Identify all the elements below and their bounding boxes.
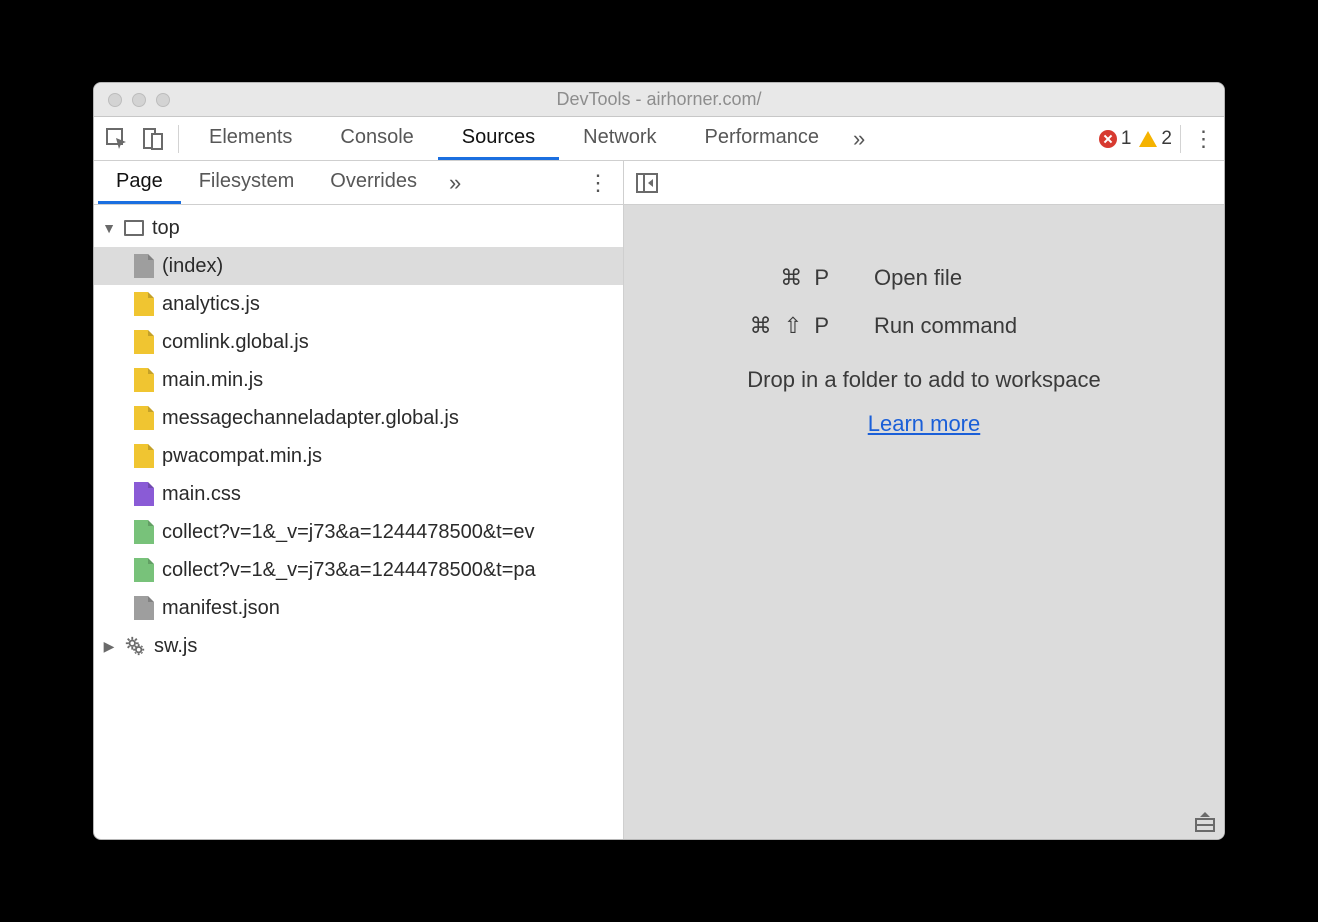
file-icon bbox=[134, 596, 154, 620]
tree-file-row[interactable]: pwacompat.min.js bbox=[94, 437, 623, 475]
shortcut-open-file: ⌘ P Open file bbox=[684, 265, 1164, 291]
tree-label: collect?v=1&_v=j73&a=1244478500&t=pa bbox=[162, 559, 536, 582]
editor-pane: ⌘ P Open file ⌘ ⇧ P Run command Drop in … bbox=[624, 161, 1224, 839]
tree-label: main.css bbox=[162, 483, 241, 506]
file-icon bbox=[134, 444, 154, 468]
window-title: DevTools - airhorner.com/ bbox=[94, 89, 1224, 110]
inspect-element-icon[interactable] bbox=[106, 128, 128, 150]
warning-icon bbox=[1139, 131, 1157, 147]
tree-label: sw.js bbox=[154, 635, 197, 658]
navigator-menu-button[interactable]: ⋮ bbox=[573, 170, 623, 196]
shortcut-label: Run command bbox=[874, 313, 1017, 339]
tree-file-row[interactable]: main.css bbox=[94, 475, 623, 513]
navigator-tab-bar: Page Filesystem Overrides » ⋮ bbox=[94, 161, 623, 205]
tree-file-row[interactable]: analytics.js bbox=[94, 285, 623, 323]
tree-file-row[interactable]: main.min.js bbox=[94, 361, 623, 399]
file-icon bbox=[134, 558, 154, 582]
workspace-hint: Drop in a folder to add to workspace bbox=[747, 367, 1100, 393]
tree-label: main.min.js bbox=[162, 369, 263, 392]
file-icon bbox=[134, 406, 154, 430]
devtools-window: DevTools - airhorner.com/ Elements Conso… bbox=[93, 82, 1225, 840]
tree-label: (index) bbox=[162, 255, 223, 278]
navigator-tab-page[interactable]: Page bbox=[98, 161, 181, 204]
shortcut-keys: ⌘ ⇧ P bbox=[684, 313, 874, 339]
tab-performance[interactable]: Performance bbox=[681, 117, 844, 160]
toggle-navigator-icon[interactable] bbox=[636, 173, 658, 193]
device-toolbar-icon[interactable] bbox=[142, 128, 164, 150]
error-count: 1 bbox=[1121, 128, 1132, 150]
service-worker-icon bbox=[124, 635, 146, 657]
zoom-window-button[interactable] bbox=[156, 93, 170, 107]
file-tree: ▼ top (index) analytics.js comlink.global.… bbox=[94, 205, 623, 839]
tree-label: collect?v=1&_v=j73&a=1244478500&t=ev bbox=[162, 521, 535, 544]
tree-label: messagechanneladapter.global.js bbox=[162, 407, 459, 430]
close-window-button[interactable] bbox=[108, 93, 122, 107]
traffic-lights bbox=[94, 93, 170, 107]
tree-file-row[interactable]: manifest.json bbox=[94, 589, 623, 627]
tree-label: analytics.js bbox=[162, 293, 260, 316]
toggle-drawer-icon[interactable] bbox=[1194, 811, 1216, 833]
editor-empty-state: ⌘ P Open file ⌘ ⇧ P Run command Drop in … bbox=[624, 205, 1224, 839]
tree-label: top bbox=[152, 217, 180, 240]
shortcut-keys: ⌘ P bbox=[684, 265, 874, 291]
navigator-tab-filesystem[interactable]: Filesystem bbox=[181, 161, 313, 204]
tab-console[interactable]: Console bbox=[316, 117, 437, 160]
titlebar: DevTools - airhorner.com/ bbox=[94, 83, 1224, 117]
tab-sources[interactable]: Sources bbox=[438, 117, 559, 160]
main-tab-list: Elements Console Sources Network Perform… bbox=[185, 117, 875, 160]
file-icon bbox=[134, 254, 154, 278]
disclosure-triangle-icon[interactable]: ▼ bbox=[102, 220, 116, 236]
tree-file-row[interactable]: messagechanneladapter.global.js bbox=[94, 399, 623, 437]
disclosure-triangle-icon[interactable]: ▶ bbox=[102, 638, 116, 655]
file-icon bbox=[134, 520, 154, 544]
error-icon bbox=[1099, 130, 1117, 148]
tree-file-row[interactable]: comlink.global.js bbox=[94, 323, 623, 361]
file-icon bbox=[134, 482, 154, 506]
shortcut-run-command: ⌘ ⇧ P Run command bbox=[684, 313, 1164, 339]
tree-label: pwacompat.min.js bbox=[162, 445, 322, 468]
tree-node-service-worker[interactable]: ▶ sw.js bbox=[94, 627, 623, 665]
file-icon bbox=[134, 292, 154, 316]
tab-network[interactable]: Network bbox=[559, 117, 680, 160]
warning-count: 2 bbox=[1161, 128, 1172, 150]
navigator-tab-overrides[interactable]: Overrides bbox=[312, 161, 435, 204]
tree-file-row[interactable]: collect?v=1&_v=j73&a=1244478500&t=ev bbox=[94, 513, 623, 551]
error-count-badge[interactable]: 1 bbox=[1099, 128, 1132, 150]
tree-file-row[interactable]: (index) bbox=[94, 247, 623, 285]
tree-label: comlink.global.js bbox=[162, 331, 309, 354]
frame-icon bbox=[124, 220, 144, 236]
minimize-window-button[interactable] bbox=[132, 93, 146, 107]
sources-navigator: Page Filesystem Overrides » ⋮ ▼ top (ind… bbox=[94, 161, 624, 839]
warning-count-badge[interactable]: 2 bbox=[1139, 128, 1172, 150]
tree-file-row[interactable]: collect?v=1&_v=j73&a=1244478500&t=pa bbox=[94, 551, 623, 589]
editor-toolbar bbox=[624, 161, 1224, 205]
tree-label: manifest.json bbox=[162, 597, 280, 620]
file-icon bbox=[134, 368, 154, 392]
main-tab-bar: Elements Console Sources Network Perform… bbox=[94, 117, 1224, 161]
tree-node-top[interactable]: ▼ top bbox=[94, 209, 623, 247]
main-tabs-overflow[interactable]: » bbox=[843, 117, 875, 160]
shortcut-label: Open file bbox=[874, 265, 962, 291]
panel-body: Page Filesystem Overrides » ⋮ ▼ top (ind… bbox=[94, 161, 1224, 839]
settings-menu-button[interactable]: ⋮ bbox=[1180, 125, 1216, 153]
tab-elements[interactable]: Elements bbox=[185, 117, 316, 160]
learn-more-link[interactable]: Learn more bbox=[868, 411, 981, 437]
navigator-tabs-overflow[interactable]: » bbox=[435, 170, 475, 196]
file-icon bbox=[134, 330, 154, 354]
